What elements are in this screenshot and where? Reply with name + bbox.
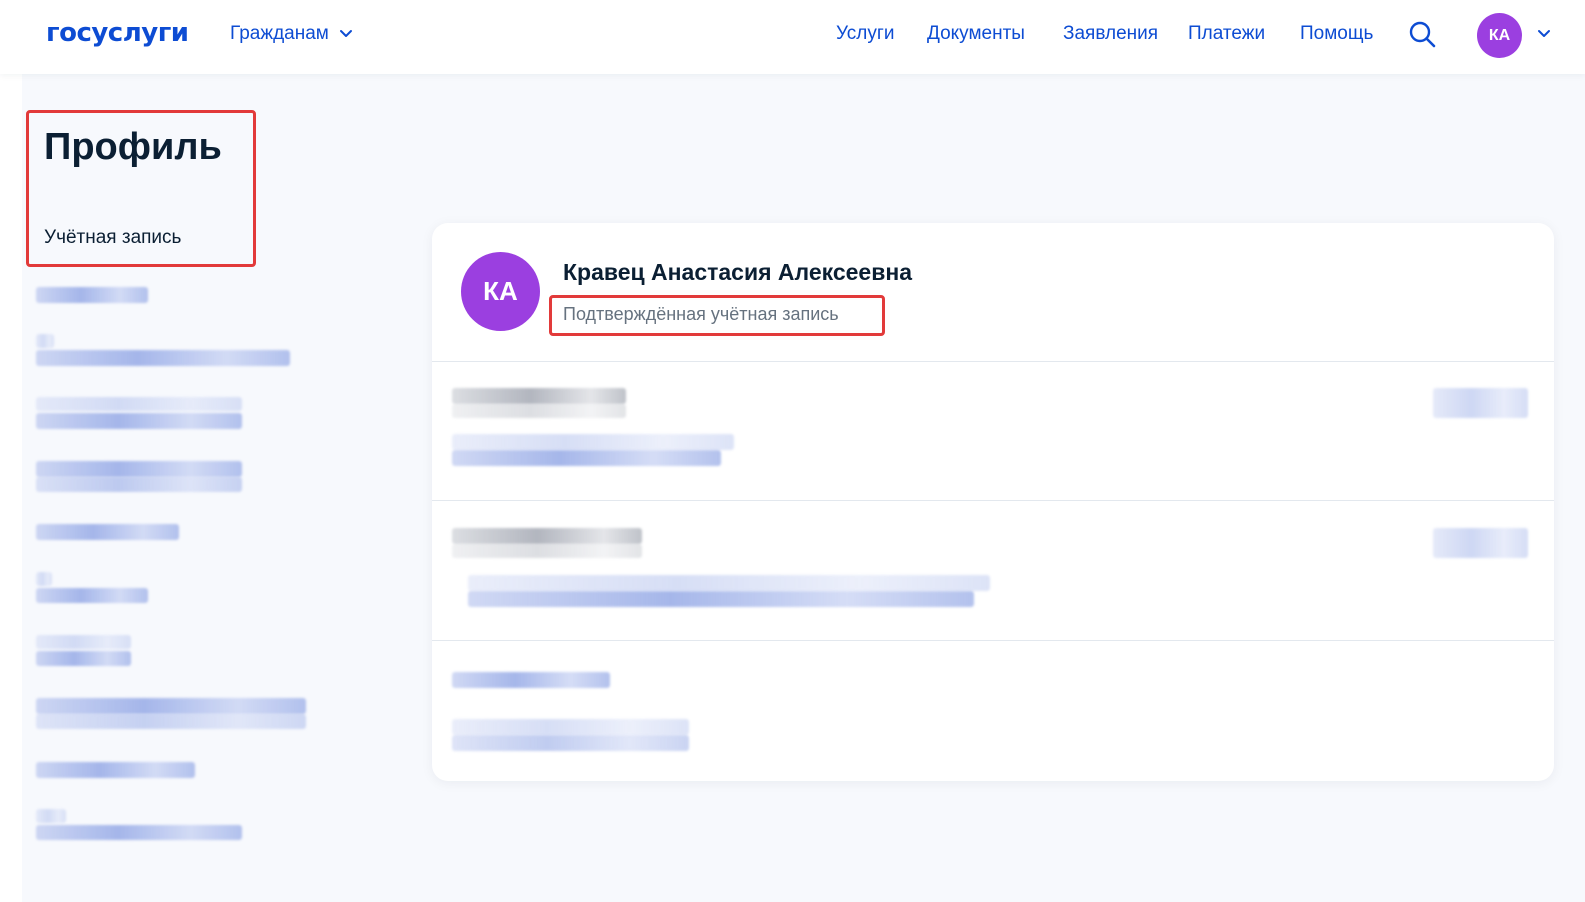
card-section-redacted[interactable] [432, 362, 1554, 500]
section-link-redacted[interactable] [1433, 528, 1528, 558]
sidebar-item-redacted-fragment [36, 334, 54, 348]
sidebar-item-redacted[interactable] [36, 287, 148, 303]
sidebar-item-redacted[interactable] [36, 461, 242, 477]
section-heading-redacted [452, 388, 626, 404]
nav-help[interactable]: Помощь [1300, 22, 1373, 46]
sidebar-item-redacted[interactable] [36, 524, 179, 540]
sidebar-item-redacted[interactable] [36, 588, 148, 603]
section-link-redacted[interactable] [1433, 388, 1528, 418]
sidebar-item-redacted[interactable] [36, 825, 242, 840]
section-value-redacted [452, 450, 721, 466]
sidebar-item-redacted[interactable] [36, 350, 290, 366]
nav-payments[interactable]: Платежи [1188, 22, 1265, 46]
nav-applications[interactable]: Заявления [1063, 22, 1158, 46]
card-section-redacted[interactable] [432, 641, 1554, 781]
user-avatar[interactable]: КА [1477, 13, 1522, 58]
highlight-annotation-profile [26, 110, 256, 267]
nav-documents[interactable]: Документы [927, 22, 1025, 46]
sidebar-item-redacted-fragment [36, 397, 242, 411]
chevron-down-icon[interactable] [1537, 29, 1551, 39]
section-value-redacted-fragment [452, 719, 689, 735]
section-link-redacted[interactable] [452, 672, 610, 688]
sidebar-item-redacted-fragment [36, 477, 242, 492]
section-value-redacted-fragment [452, 434, 734, 450]
search-icon[interactable] [1408, 20, 1436, 48]
sidebar-item-redacted[interactable] [36, 762, 195, 778]
sidebar-item-redacted-fragment [36, 809, 66, 823]
section-value-redacted [452, 735, 689, 751]
highlight-annotation-status [549, 295, 885, 336]
section-heading-redacted [452, 528, 642, 544]
user-full-name: Кравец Анастасия Алексеевна [563, 259, 913, 285]
card-section-redacted[interactable] [432, 501, 1554, 641]
sidebar-item-redacted[interactable] [36, 698, 306, 714]
sidebar-item-redacted[interactable] [36, 651, 131, 666]
sidebar-item-redacted-fragment [36, 714, 306, 729]
section-heading-redacted-fragment [452, 544, 642, 558]
sidebar-item-redacted-fragment [36, 572, 52, 586]
main-nav: Услуги Документы Заявления Платежи Помощ… [0, 22, 1585, 46]
nav-services[interactable]: Услуги [836, 22, 894, 46]
sidebar-item-redacted-fragment [36, 635, 131, 649]
section-heading-redacted-fragment [452, 404, 626, 418]
section-value-redacted [468, 591, 974, 607]
top-header: госуслуги Гражданам Услуги Документы Зая… [0, 0, 1585, 74]
section-value-redacted-fragment [468, 575, 990, 591]
sidebar-item-redacted[interactable] [36, 413, 242, 429]
profile-avatar: КА [461, 252, 540, 331]
